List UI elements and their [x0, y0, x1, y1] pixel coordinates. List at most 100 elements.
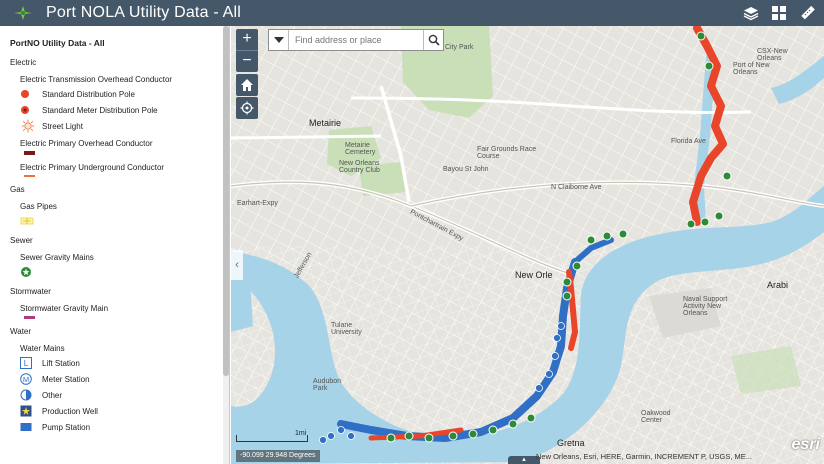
sewer-point[interactable]	[618, 229, 628, 239]
water-point[interactable]	[557, 322, 565, 330]
pump-station-icon	[20, 420, 38, 434]
search-input[interactable]	[289, 30, 423, 50]
legend-item	[20, 265, 220, 279]
sewer-point[interactable]	[700, 217, 710, 227]
sewer-point[interactable]	[468, 429, 478, 439]
sewer-point[interactable]	[488, 425, 498, 435]
map-view[interactable]: Metairie New Orle Gretna Arabi Metairie …	[231, 26, 824, 464]
sewer-point[interactable]	[722, 171, 732, 181]
app-window: Port NOLA Utility Data - All PortNO Util…	[0, 0, 824, 464]
place-label: Oakwood Center	[641, 410, 671, 424]
legend-scroll-thumb[interactable]	[223, 26, 229, 376]
sewer-point[interactable]	[704, 61, 714, 71]
place-label: Florida Ave	[671, 138, 706, 145]
water-point[interactable]	[337, 426, 345, 434]
svg-text:M: M	[23, 375, 29, 384]
place-label: Audubon Park	[313, 378, 342, 392]
water-point[interactable]	[535, 384, 543, 392]
map-attribution: New Orleans, Esri, HERE, Garmin, INCREME…	[536, 452, 753, 461]
legend-item-label: Standard Meter Distribution Pole	[42, 105, 158, 115]
legend-title: PortNO Utility Data - All	[10, 38, 105, 48]
place-label: Metairie	[309, 118, 342, 128]
place-label: Bayou St John	[443, 166, 489, 173]
red-ring-dot-icon	[20, 103, 38, 117]
sewer-point[interactable]	[404, 431, 414, 441]
grid-icon[interactable]	[768, 3, 790, 23]
legend-layer-sewer-gravity: Sewer Gravity Mains	[20, 253, 94, 262]
sewer-point[interactable]	[586, 235, 596, 245]
legend-item-label: Other	[42, 390, 63, 400]
locate-icon	[240, 101, 254, 115]
legend-item: Standard Meter Distribution Pole	[20, 103, 220, 117]
zoom-control: + −	[236, 29, 258, 72]
sewer-point[interactable]	[686, 219, 696, 229]
legend-item: Pump Station	[20, 420, 220, 434]
place-label: CSX-New Orleans	[757, 48, 788, 62]
search-source-dropdown[interactable]	[269, 30, 289, 50]
sewer-point[interactable]	[386, 433, 396, 443]
sewer-point[interactable]	[562, 277, 572, 287]
water-main-line[interactable]	[337, 258, 579, 442]
dark-red-line-icon	[24, 151, 35, 155]
sewer-point[interactable]	[508, 419, 518, 429]
water-point[interactable]	[327, 432, 335, 440]
caret-down-icon	[273, 37, 284, 43]
zoom-out-button[interactable]: −	[236, 51, 258, 72]
legend-item: M Meter Station	[20, 372, 220, 386]
legend-item-label: Street Light	[42, 121, 83, 131]
water-point[interactable]	[551, 352, 559, 360]
search-widget	[268, 29, 444, 51]
place-label: Fair Grounds Race Course	[477, 146, 537, 160]
zoom-in-button[interactable]: +	[236, 29, 258, 50]
legend-layer-gas-pipes: Gas Pipes	[20, 202, 57, 211]
locate-button[interactable]	[236, 97, 258, 119]
legend-layer-electric-transmission: Electric Transmission Overhead Conductor	[20, 75, 173, 84]
chevron-left-icon: ‹	[235, 259, 239, 271]
lift-station-icon: L	[20, 356, 38, 370]
meter-station-icon: M	[20, 372, 38, 386]
legend-group-gas: Gas	[10, 185, 25, 194]
sewer-point[interactable]	[714, 211, 724, 221]
legend: PortNO Utility Data - All Electric Elect…	[10, 38, 220, 436]
app-header: Port NOLA Utility Data - All	[0, 0, 824, 26]
legend-item-label: Meter Station	[42, 374, 90, 384]
place-label: N Claiborne Ave	[551, 184, 602, 191]
coordinate-readout[interactable]: -90.099 29.948 Degrees	[236, 450, 320, 462]
search-icon	[428, 34, 440, 46]
sewer-point[interactable]	[696, 31, 706, 41]
place-label: Earhart-Expy	[237, 200, 278, 207]
electric-conductor-line[interactable]	[689, 26, 727, 226]
sewer-point[interactable]	[526, 413, 536, 423]
legend-item-label: Lift Station	[42, 358, 80, 368]
home-button[interactable]	[236, 74, 258, 96]
water-point[interactable]	[319, 436, 327, 444]
place-label: City Park	[445, 44, 474, 51]
legend-item: Standard Distribution Pole	[20, 87, 220, 101]
app-logo-icon	[14, 6, 32, 20]
legend-panel: PortNO Utility Data - All Electric Elect…	[0, 26, 230, 464]
legend-item: Production Well	[20, 404, 220, 418]
red-dot-icon	[20, 87, 38, 101]
legend-group-sewer: Sewer	[10, 236, 33, 245]
place-label: Arabi	[767, 280, 789, 290]
water-point[interactable]	[553, 334, 561, 342]
layers-icon[interactable]	[740, 3, 762, 23]
utility-overlay[interactable]	[231, 26, 824, 464]
sewer-point[interactable]	[424, 433, 434, 443]
scale-label: 1mi	[295, 430, 307, 437]
legend-line-symbol	[22, 316, 220, 319]
search-button[interactable]	[423, 30, 443, 50]
legend-line-symbol	[22, 151, 220, 155]
esri-logo: esri	[791, 436, 820, 453]
water-point[interactable]	[347, 432, 355, 440]
collapse-panel-button[interactable]: ‹	[231, 250, 243, 280]
legend-scrollbar[interactable]	[223, 26, 229, 464]
sewer-point[interactable]	[572, 261, 582, 271]
app-title: Port NOLA Utility Data - All	[46, 4, 241, 21]
water-point[interactable]	[545, 370, 553, 378]
magenta-line-icon	[24, 316, 35, 319]
sewer-point[interactable]	[562, 291, 572, 301]
measure-icon[interactable]	[796, 3, 818, 23]
sewer-point[interactable]	[448, 431, 458, 441]
sewer-point[interactable]	[602, 231, 612, 241]
